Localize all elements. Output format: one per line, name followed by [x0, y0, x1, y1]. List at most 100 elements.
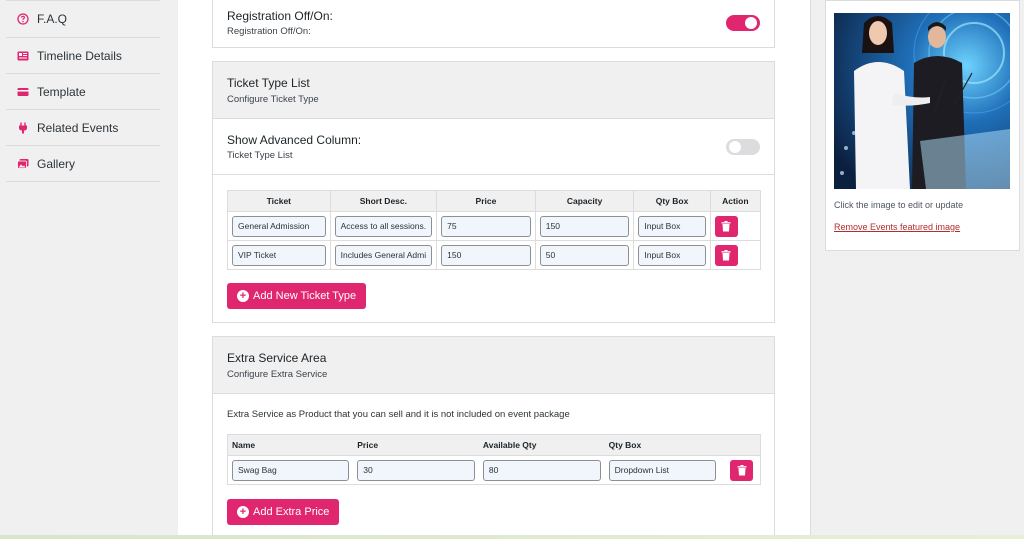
registration-panel: Registration Off/On: Registration Off/On… — [212, 0, 775, 48]
delete-ticket-button[interactable] — [714, 215, 738, 237]
ticket-type-title: Ticket Type List — [227, 76, 310, 90]
add-ticket-type-button[interactable]: + Add New Ticket Type — [227, 283, 367, 309]
add-ticket-type-label: Add New Ticket Type — [253, 290, 357, 302]
add-extra-price-button[interactable]: + Add Extra Price — [227, 499, 340, 525]
col-short-desc: Short Desc. — [329, 190, 438, 212]
sidebar-item-label: Template — [37, 84, 86, 99]
sidebar-item-gallery[interactable]: Gallery — [6, 146, 160, 182]
short-desc-cell: Access to all sessions. — [329, 211, 438, 241]
price-cell: 150 — [436, 240, 536, 270]
ticket-name-input[interactable]: General Admission — [232, 215, 326, 237]
col-qty-box: Qty Box — [633, 190, 711, 212]
action-cell — [720, 455, 761, 485]
table-header-row: Name Price Available Qty Qty Box — [227, 434, 761, 456]
sidebar-item-label: F.A.Q — [37, 12, 68, 26]
template-icon — [16, 85, 29, 98]
sidebar-item-label: Related Events — [37, 120, 119, 135]
col-price: Price — [353, 434, 479, 456]
action-cell — [709, 211, 762, 241]
question-circle-icon — [16, 13, 29, 26]
extra-service-panel: Extra Service Area Configure Extra Servi… — [212, 336, 775, 539]
extra-service-title: Extra Service Area — [227, 351, 327, 365]
toggle-knob — [745, 17, 757, 29]
registration-subtitle: Registration Off/On: — [227, 26, 311, 37]
col-ticket: Ticket — [227, 190, 331, 212]
advanced-column-subtitle: Ticket Type List — [227, 149, 293, 161]
ticket-price-input[interactable]: 75 — [441, 215, 531, 237]
col-available-qty: Available Qty — [478, 434, 605, 456]
advanced-column-toggle[interactable] — [726, 138, 760, 155]
delete-ticket-button[interactable] — [714, 244, 738, 266]
timeline-icon — [16, 49, 29, 62]
short-desc-cell: Includes General Admi — [329, 240, 438, 270]
ticket-cell: General Admission — [227, 211, 331, 241]
name-cell: Swag Bag — [227, 455, 354, 485]
advanced-column-row: Show Advanced Column: Ticket Type List — [213, 119, 774, 175]
featured-image-note: Click the image to edit or update — [834, 200, 964, 210]
col-capacity: Capacity — [534, 190, 635, 212]
col-price: Price — [436, 190, 536, 212]
table-row: General Admission Access to all sessions… — [227, 211, 762, 241]
extra-qty-box-select[interactable]: Dropdown List — [608, 459, 717, 481]
available-qty-cell: 80 — [478, 455, 605, 485]
capacity-cell: 150 — [534, 211, 635, 241]
trash-icon — [721, 249, 731, 260]
table-row: VIP Ticket Includes General Admi 150 50 … — [227, 240, 762, 270]
extra-service-description: Extra Service as Product that you can se… — [227, 409, 570, 420]
plus-circle-icon: + — [237, 290, 249, 302]
gallery-icon — [16, 157, 29, 170]
trash-icon — [721, 220, 731, 231]
ticket-price-input[interactable]: 150 — [441, 244, 531, 266]
remove-featured-image-link[interactable]: Remove Events featured image — [834, 222, 960, 232]
featured-image[interactable] — [834, 13, 1010, 189]
sidebar-item-related-events[interactable]: Related Events — [6, 110, 160, 146]
extra-price-input[interactable]: 30 — [357, 459, 475, 481]
table-row: Swag Bag 30 80 Dropdown List — [227, 455, 761, 485]
sidebar-item-faq[interactable]: F.A.Q — [6, 0, 160, 38]
extra-service-subtitle: Configure Extra Service — [227, 369, 328, 380]
action-cell — [709, 240, 762, 270]
sidebar-item-label: Timeline Details — [37, 48, 122, 63]
bottom-strip — [0, 535, 1024, 539]
settings-main: Registration Off/On: Registration Off/On… — [178, 0, 810, 539]
col-name: Name — [227, 434, 354, 456]
col-action: Action — [709, 190, 762, 212]
table-header-row: Ticket Short Desc. Price Capacity Qty Bo… — [227, 190, 762, 212]
ticket-type-subtitle: Configure Ticket Type — [227, 94, 319, 105]
registration-setting-row: Registration Off/On: Registration Off/On… — [213, 0, 774, 47]
ticket-capacity-input[interactable]: 150 — [539, 215, 630, 237]
featured-image-box: Click the image to edit or update Remove… — [825, 0, 1020, 251]
add-extra-price-label: Add Extra Price — [253, 506, 330, 518]
extra-service-header: Extra Service Area Configure Extra Servi… — [213, 337, 774, 394]
ticket-name-input[interactable]: VIP Ticket — [232, 244, 326, 266]
ticket-qty-box-select[interactable]: Input Box — [638, 215, 706, 237]
sidebar-item-template[interactable]: Template — [6, 74, 160, 110]
extra-name-input[interactable]: Swag Bag — [232, 459, 350, 481]
sidebar-item-timeline-details[interactable]: Timeline Details — [6, 38, 160, 74]
registration-title: Registration Off/On: — [227, 9, 333, 23]
sidebar-item-label: Gallery — [37, 156, 76, 171]
ticket-cell: VIP Ticket — [227, 240, 331, 270]
ticket-type-header: Ticket Type List Configure Ticket Type — [213, 62, 774, 119]
meta-box-sidebar: F.A.Q Timeline Details Template Related … — [0, 0, 178, 539]
qty-box-cell: Input Box — [633, 240, 711, 270]
ticket-desc-input[interactable]: Includes General Admi — [334, 244, 433, 266]
plug-icon — [16, 121, 29, 134]
ticket-desc-input[interactable]: Access to all sessions. — [334, 215, 433, 237]
plus-circle-icon: + — [237, 506, 249, 518]
col-action — [720, 434, 761, 456]
ticket-capacity-input[interactable]: 50 — [539, 244, 630, 266]
capacity-cell: 50 — [534, 240, 635, 270]
advanced-column-title: Show Advanced Column: — [227, 132, 362, 147]
trash-icon — [737, 464, 747, 475]
price-cell: 75 — [436, 211, 536, 241]
ticket-qty-box-select[interactable]: Input Box — [638, 244, 706, 266]
qty-box-cell: Input Box — [633, 211, 711, 241]
col-qty-box: Qty Box — [604, 434, 721, 456]
toggle-knob — [729, 140, 741, 153]
delete-extra-service-button[interactable] — [730, 459, 754, 481]
price-cell: 30 — [353, 455, 479, 485]
registration-toggle[interactable] — [726, 15, 760, 31]
extra-available-qty-input[interactable]: 80 — [482, 459, 601, 481]
ticket-type-table: Ticket Short Desc. Price Capacity Qty Bo… — [227, 190, 762, 270]
